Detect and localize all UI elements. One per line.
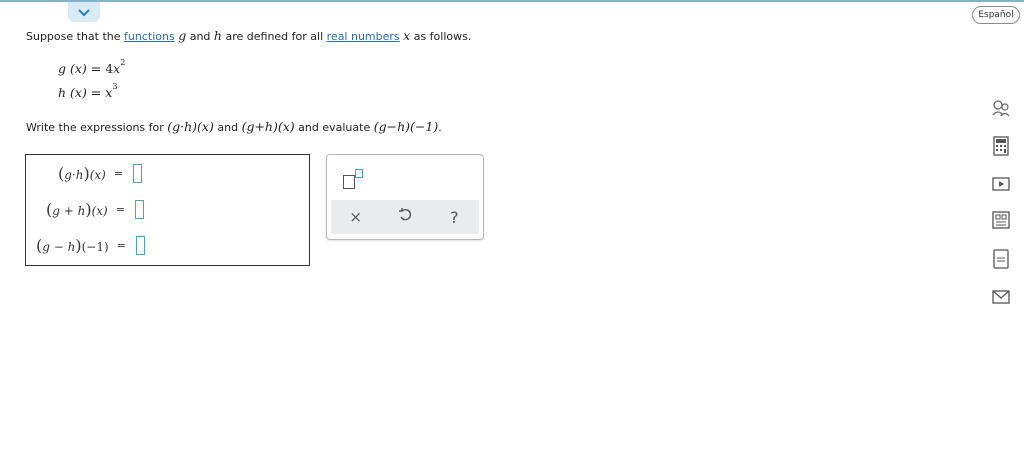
definition-h: h (x) = x3 bbox=[58, 82, 118, 101]
instruction-period: . bbox=[438, 121, 442, 134]
calculator-icon[interactable] bbox=[989, 134, 1013, 158]
functions-link[interactable]: functions bbox=[124, 30, 175, 43]
instruction-mid: and evaluate bbox=[294, 121, 374, 134]
instruction-text: Write the expressions for (g·h)(x) and (… bbox=[26, 119, 442, 134]
real-numbers-link[interactable]: real numbers bbox=[327, 30, 400, 43]
answer-row-sum: (g + h)(x) = bbox=[46, 197, 144, 221]
def-exponent: 2 bbox=[120, 58, 126, 67]
ask-question-icon[interactable] bbox=[989, 96, 1013, 120]
answer-box: (g·h)(x) = (g + h)(x) = (g − h)(−1) = bbox=[25, 154, 310, 266]
def-lhs: h (x) bbox=[58, 85, 87, 101]
def-equals: = bbox=[86, 61, 106, 77]
equals-sign: = bbox=[115, 202, 125, 216]
math-toolbar: × ? bbox=[326, 154, 484, 240]
clear-button[interactable]: × bbox=[341, 203, 371, 231]
exponent-button[interactable] bbox=[343, 169, 367, 189]
answer-row-product: (g·h)(x) = bbox=[58, 161, 143, 185]
mid-text: are defined for all bbox=[221, 30, 327, 43]
help-button[interactable]: ? bbox=[439, 203, 469, 231]
answer-input-sum[interactable] bbox=[134, 199, 144, 219]
problem-statement: Suppose that the functions g and h are d… bbox=[26, 28, 471, 43]
intro-text: Suppose that the bbox=[26, 30, 125, 43]
answer-expression: (g − h)(−1) bbox=[36, 235, 109, 255]
tail-text: as follows. bbox=[410, 30, 472, 43]
answer-input-product[interactable] bbox=[133, 163, 143, 183]
and-text: and bbox=[186, 30, 214, 43]
video-icon[interactable] bbox=[989, 172, 1013, 196]
tool-actions: × ? bbox=[331, 200, 479, 234]
chevron-down-icon bbox=[77, 3, 91, 22]
instruction-and: and bbox=[213, 121, 242, 134]
answer-expression: (g·h)(x) bbox=[58, 163, 106, 183]
equals-sign: = bbox=[116, 238, 126, 252]
answer-row-difference: (g − h)(−1) = bbox=[36, 233, 145, 257]
textbook-icon[interactable] bbox=[989, 208, 1013, 232]
undo-button[interactable] bbox=[390, 203, 420, 231]
equals-sign: = bbox=[113, 166, 124, 180]
language-button[interactable]: Español bbox=[972, 6, 1020, 24]
answer-input-difference[interactable] bbox=[135, 235, 145, 255]
mail-icon[interactable] bbox=[989, 285, 1013, 309]
glossary-icon[interactable] bbox=[989, 247, 1013, 271]
expr-difference: (g−h)(−1) bbox=[373, 119, 439, 134]
top-bar bbox=[0, 0, 1024, 2]
expr-product: (g·h)(x) bbox=[167, 119, 214, 134]
def-lhs: g (x) bbox=[58, 61, 87, 77]
definition-g: g (x) = 4x2 bbox=[58, 58, 126, 77]
undo-icon bbox=[398, 208, 412, 226]
instruction-prefix: Write the expressions for bbox=[26, 121, 168, 134]
def-exponent: 3 bbox=[112, 82, 118, 91]
var-h: h bbox=[213, 28, 222, 43]
collapse-button[interactable] bbox=[68, 2, 100, 22]
answer-expression: (g + h)(x) bbox=[46, 199, 108, 219]
def-equals: = bbox=[86, 85, 106, 101]
def-coef: 4 bbox=[105, 61, 114, 77]
expr-sum: (g+h)(x) bbox=[241, 119, 295, 134]
